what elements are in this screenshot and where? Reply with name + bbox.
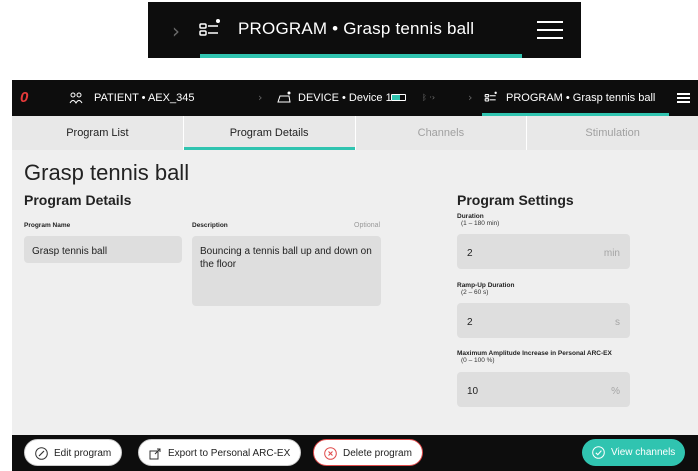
rampup-input[interactable]: 2 s xyxy=(457,303,630,338)
hamburger-menu-icon[interactable] xyxy=(677,93,690,103)
tab-bar: Program List Program Details Channels St… xyxy=(12,116,698,150)
edit-icon xyxy=(35,447,48,460)
active-accent-bar xyxy=(200,54,522,58)
duration-value: 2 xyxy=(467,248,473,259)
delete-program-button[interactable]: Delete program xyxy=(313,439,423,466)
description-field[interactable]: Bouncing a tennis ball up and down on th… xyxy=(192,236,381,306)
program-icon xyxy=(484,91,497,102)
amplitude-range: (0 – 100 %) xyxy=(461,357,495,364)
duration-unit: min xyxy=(603,248,620,259)
rampup-label: Ramp-Up Duration xyxy=(457,282,515,289)
zoomed-program-bar: › PROGRAM • Grasp tennis ball xyxy=(148,2,581,58)
brand-logo: 0 xyxy=(20,89,29,106)
device-icon xyxy=(277,91,291,103)
app-window: 0 PATIENT • AEX_345 › DEVICE • Device 1 … xyxy=(12,80,698,471)
chevron-right-icon: › xyxy=(172,19,180,43)
program-name-field[interactable]: Grasp tennis ball xyxy=(24,236,182,263)
export-icon xyxy=(149,448,161,460)
page-title: Grasp tennis ball xyxy=(24,160,190,185)
zoomed-header-preview: › PROGRAM • Grasp tennis ball xyxy=(0,0,698,80)
amplitude-unit: % xyxy=(611,386,620,397)
rampup-value: 2 xyxy=(467,317,473,328)
duration-label: Duration xyxy=(457,213,484,220)
bluetooth-signal-icon: ᛒ ·› xyxy=(422,93,436,102)
patient-icon xyxy=(69,92,83,104)
duration-input[interactable]: 2 min xyxy=(457,234,630,269)
delete-icon xyxy=(324,447,337,460)
program-settings-heading: Program Settings xyxy=(457,192,574,208)
duration-range: (1 – 180 min) xyxy=(461,220,500,227)
amplitude-label: Maximum Amplitude Increase in Personal A… xyxy=(457,350,612,357)
description-label: Description xyxy=(192,222,228,229)
view-channels-button[interactable]: View channels xyxy=(582,439,686,466)
program-name-label: Program Name xyxy=(24,222,71,229)
tab-stimulation[interactable]: Stimulation xyxy=(526,116,698,150)
export-label: Export to Personal ARC-EX xyxy=(168,448,291,459)
rampup-range: (2 – 60 s) xyxy=(461,289,489,296)
export-button[interactable]: Export to Personal ARC-EX xyxy=(138,439,302,466)
chevron-right-icon: › xyxy=(468,91,473,104)
view-channels-label: View channels xyxy=(611,447,676,458)
edit-program-label: Edit program xyxy=(54,448,112,459)
hamburger-menu-icon[interactable] xyxy=(537,21,563,39)
device-breadcrumb[interactable]: DEVICE • Device 1 xyxy=(298,92,392,104)
tab-program-details[interactable]: Program Details xyxy=(182,116,355,150)
edit-program-button[interactable]: Edit program xyxy=(24,439,123,466)
amplitude-value: 10 xyxy=(467,386,479,397)
amplitude-input[interactable]: 10 % xyxy=(457,372,630,407)
program-name-value: Grasp tennis ball xyxy=(32,246,108,257)
rampup-unit: s xyxy=(615,317,620,328)
top-navigation-bar: 0 PATIENT • AEX_345 › DEVICE • Device 1 … xyxy=(12,80,698,116)
bottom-action-bar: Edit program Export to Personal ARC-EX D… xyxy=(12,435,698,471)
description-value: Bouncing a tennis ball up and down on th… xyxy=(200,246,372,270)
check-circle-icon xyxy=(592,446,605,459)
program-details-heading: Program Details xyxy=(24,192,132,208)
battery-icon xyxy=(391,94,406,101)
delete-program-label: Delete program xyxy=(343,448,412,459)
tab-channels[interactable]: Channels xyxy=(354,116,527,150)
tab-program-list[interactable]: Program List xyxy=(12,116,183,150)
program-icon xyxy=(199,19,220,36)
zoomed-program-title: PROGRAM • Grasp tennis ball xyxy=(238,19,475,38)
program-breadcrumb[interactable]: PROGRAM • Grasp tennis ball xyxy=(506,92,655,104)
patient-breadcrumb[interactable]: PATIENT • AEX_345 xyxy=(94,92,194,104)
chevron-right-icon: › xyxy=(258,91,263,104)
description-optional-label: Optional xyxy=(354,222,381,229)
